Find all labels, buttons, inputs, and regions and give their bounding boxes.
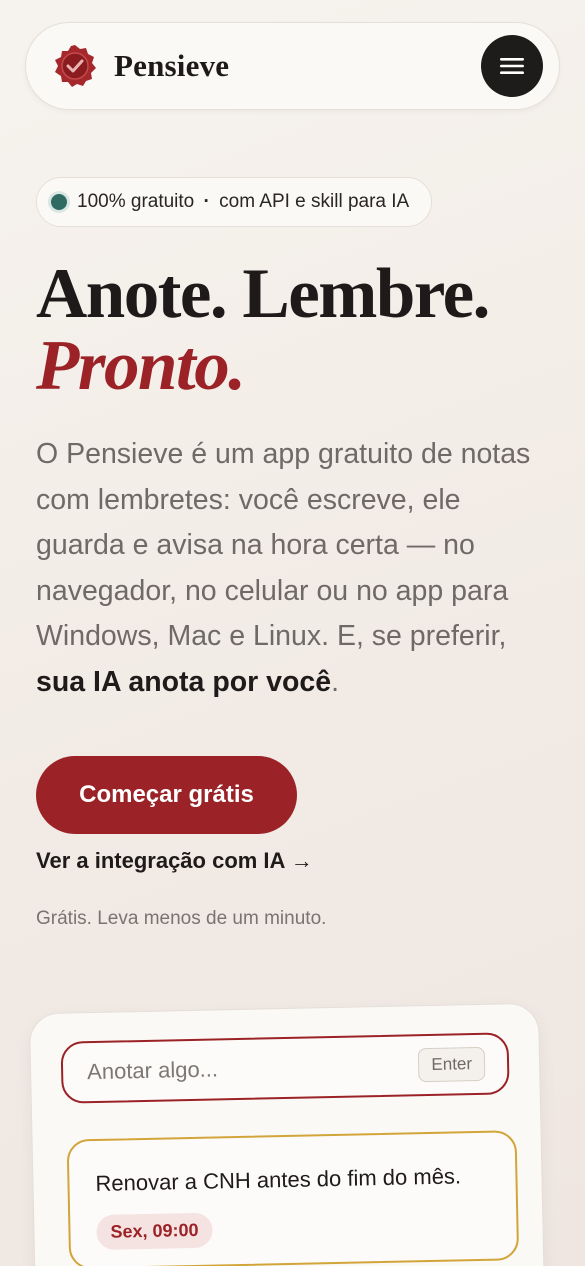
note-item[interactable]: Renovar a CNH antes do fim do mês. Sex, …: [66, 1130, 520, 1266]
hero-title-line2: Pronto.: [36, 327, 246, 405]
demo-card: Enter Renovar a CNH antes do fim do mês.…: [28, 1002, 546, 1266]
feature-badge: 100% gratuito · com API e skill para IA: [36, 177, 433, 227]
hero-title: Anote. Lembre. Pronto.: [36, 258, 556, 402]
note-text: Renovar a CNH antes do fim do mês.: [95, 1163, 462, 1197]
brand-name: Pensieve: [114, 48, 230, 83]
badge-separator: ·: [203, 191, 210, 212]
menu-button[interactable]: [481, 35, 543, 97]
hamburger-menu-icon: [500, 58, 524, 74]
note-input[interactable]: [86, 1052, 388, 1086]
hero-description-text: O Pensieve é um app gratuito de notas co…: [36, 438, 531, 652]
badge-text-api: com API e skill para IA: [219, 191, 410, 212]
status-dot-icon: [51, 194, 67, 210]
signup-note: Grátis. Leva menos de um minuto.: [36, 908, 327, 929]
brand[interactable]: Pensieve: [52, 43, 229, 89]
note-input-box[interactable]: Enter: [60, 1032, 510, 1104]
hero-description-end: .: [331, 665, 340, 698]
hero-description: O Pensieve é um app gratuito de notas co…: [36, 432, 551, 705]
enter-key-hint[interactable]: Enter: [418, 1046, 486, 1083]
start-free-button[interactable]: Começar grátis: [36, 756, 297, 834]
wax-seal-check-icon: [55, 45, 96, 87]
top-bar: Pensieve: [25, 22, 560, 110]
hero-title-line1: Anote. Lembre.: [36, 255, 490, 333]
hero-description-highlight: sua IA anota por você: [36, 665, 332, 698]
ai-integration-link[interactable]: Ver a integração com IA →: [36, 848, 313, 874]
reminder-time-badge: Sex, 09:00: [96, 1212, 213, 1251]
badge-text-free: 100% gratuito: [77, 191, 195, 212]
